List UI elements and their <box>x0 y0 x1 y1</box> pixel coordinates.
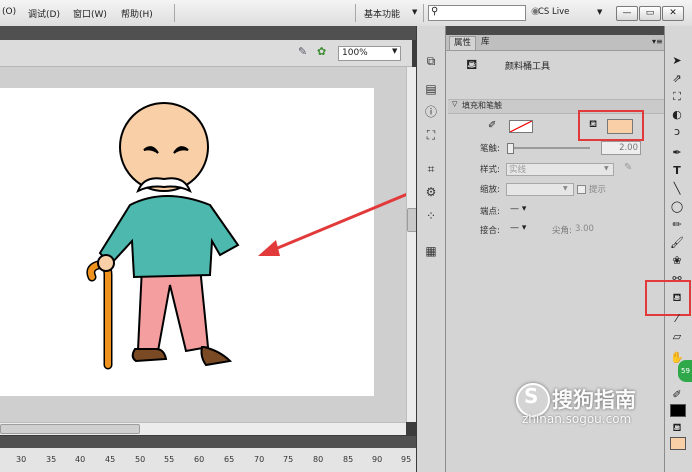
chevron-down-icon[interactable]: ▼ <box>563 185 568 192</box>
ruler-tick: 60 <box>194 455 205 464</box>
highlight-fill-box <box>578 110 644 141</box>
stroke-color-icon: ✐ <box>672 388 682 401</box>
transform-icon[interactable]: ⛶ <box>423 127 439 143</box>
components-icon[interactable]: ⚙ <box>423 184 439 200</box>
arrowhead <box>258 240 280 256</box>
chevron-down-icon[interactable]: ▼ <box>604 165 609 172</box>
cap-select[interactable]: — ▾ <box>510 204 526 214</box>
style-label: 样式: <box>480 165 500 175</box>
ruler-tick: 40 <box>75 455 86 464</box>
edit-stroke-style-icon[interactable]: ✎ <box>624 162 632 173</box>
3d-rotation-tool-icon[interactable]: ◐ <box>668 107 686 123</box>
ruler-tick: 90 <box>372 455 383 464</box>
cap-label: 端点: <box>480 207 500 217</box>
free-transform-tool-icon[interactable]: ⛶ <box>668 89 686 105</box>
no-color-icon <box>510 121 532 132</box>
ruler-tick: 65 <box>224 455 235 464</box>
sogou-s-icon: S <box>524 384 539 408</box>
ruler-tick: 95 <box>401 455 412 464</box>
hint-checkbox[interactable] <box>577 185 586 194</box>
stroke-width-label: 笔触: <box>480 144 500 154</box>
tool-name: 颜料桶工具 <box>505 62 551 72</box>
lasso-tool-icon[interactable]: ↄ <box>668 124 686 140</box>
tab-properties[interactable]: 属性 <box>449 36 477 50</box>
tab-library[interactable]: 库 <box>477 36 494 49</box>
ruler-tick: 55 <box>164 455 175 464</box>
info-icon[interactable]: ⓘ <box>423 104 439 120</box>
ruler-tick: 75 <box>283 455 294 464</box>
subselection-tool-icon[interactable]: ⇗ <box>668 71 686 87</box>
code-snippets-icon[interactable]: ⌗ <box>423 161 439 177</box>
join-select[interactable]: — ▾ <box>510 223 526 233</box>
ruler-tick: 70 <box>254 455 265 464</box>
hint-label: 提示 <box>589 185 607 195</box>
ruler-tick: 85 <box>343 455 354 464</box>
paint-bucket-icon: ⛾ <box>466 57 478 73</box>
scale-label: 缩放: <box>480 185 500 195</box>
fill-color-icon: ⛾ <box>672 421 682 434</box>
ruler-tick: 80 <box>313 455 324 464</box>
watermark-url: zhinan.sogou.com <box>522 412 632 426</box>
color-swatches-icon[interactable]: ⁘ <box>423 208 439 224</box>
line-tool-icon[interactable]: ╲ <box>668 181 686 197</box>
watermark-text: 搜狗指南 <box>552 388 636 412</box>
history-icon[interactable]: ▦ <box>423 243 439 259</box>
pencil-tool-icon[interactable]: ✏ <box>668 217 686 233</box>
miter-value[interactable]: 3.00 <box>575 224 594 234</box>
deco-tool-icon[interactable]: ❀ <box>668 253 686 269</box>
join-label: 接合: <box>480 226 500 236</box>
oval-tool-icon[interactable]: ◯ <box>668 199 686 215</box>
text-tool-icon[interactable]: T <box>668 163 686 179</box>
brush-tool-icon[interactable]: 🖌 <box>668 235 686 251</box>
stroke-color-box[interactable] <box>670 404 686 417</box>
ruler-tick: 45 <box>105 455 116 464</box>
eyedropper-tool-icon[interactable]: ⁄ <box>668 311 686 327</box>
eraser-tool-icon[interactable]: ▱ <box>668 329 686 345</box>
stroke-width-slider[interactable] <box>510 147 590 149</box>
notification-badge[interactable]: 59 <box>678 360 692 382</box>
stroke-color-swatch[interactable] <box>509 120 533 133</box>
stroke-width-input[interactable]: 2.00 <box>601 141 641 155</box>
collapse-triangle-icon[interactable]: ▽ <box>452 100 457 108</box>
pencil-icon: ✐ <box>488 120 497 131</box>
fill-color-box[interactable] <box>670 437 686 450</box>
horizontal-scroll-thumb[interactable] <box>0 424 140 434</box>
pen-tool-icon[interactable]: ✒ <box>668 145 686 161</box>
align-icon[interactable]: ▤ <box>423 81 439 97</box>
panel-top-bar <box>446 26 664 35</box>
motion-presets-icon[interactable]: ⧉ <box>423 53 439 69</box>
ruler-tick: 50 <box>135 455 146 464</box>
ruler-tick: 30 <box>16 455 27 464</box>
timeline-header <box>0 436 416 448</box>
stroke-width-slider-knob[interactable] <box>507 143 514 154</box>
miter-label: 尖角: <box>552 226 572 236</box>
section-title: 填充和笔触 <box>462 101 502 110</box>
selection-tool-icon[interactable]: ➤ <box>668 53 686 69</box>
ruler-tick: 35 <box>46 455 57 464</box>
style-value: 实线 <box>509 165 527 175</box>
panel-menu-icon[interactable]: ▾≡ <box>652 37 663 46</box>
timeline-ruler[interactable] <box>0 448 416 472</box>
